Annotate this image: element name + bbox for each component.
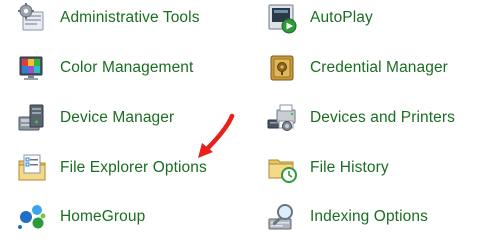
devices-and-printers-icon bbox=[267, 104, 296, 131]
item-label: Devices and Printers bbox=[310, 109, 456, 126]
item-label: File History bbox=[310, 159, 389, 176]
control-panel-item-homegroup[interactable]: HomeGroup bbox=[16, 199, 145, 235]
control-panel-item-credential-manager[interactable]: Credential Manager bbox=[266, 50, 448, 86]
item-label: AutoPlay bbox=[310, 9, 373, 26]
color-management-icon bbox=[19, 56, 43, 80]
item-label: Color Management bbox=[60, 59, 194, 76]
credential-manager-icon bbox=[270, 55, 294, 81]
item-label: File Explorer Options bbox=[60, 159, 207, 176]
file-history-icon bbox=[268, 159, 297, 183]
control-panel-item-device-manager[interactable]: Device Manager bbox=[16, 100, 174, 136]
device-manager-icon bbox=[18, 104, 44, 131]
control-panel-item-color-management[interactable]: Color Management bbox=[16, 50, 193, 86]
control-panel-item-file-history[interactable]: File History bbox=[266, 150, 389, 186]
control-panel-item-administrative-tools[interactable]: Administrative Tools bbox=[16, 0, 200, 36]
item-label: Device Manager bbox=[60, 109, 175, 126]
control-panel-item-devices-and-printers[interactable]: Devices and Printers bbox=[266, 100, 455, 136]
autoplay-icon bbox=[268, 4, 297, 34]
item-label: Indexing Options bbox=[310, 208, 428, 225]
item-label: Credential Manager bbox=[310, 59, 448, 76]
file-explorer-options-icon bbox=[18, 154, 46, 181]
indexing-options-icon bbox=[268, 204, 293, 230]
homegroup-icon bbox=[18, 205, 46, 229]
item-label: HomeGroup bbox=[60, 208, 146, 225]
control-panel-items: Administrative Tools AutoPlay Color Mana… bbox=[0, 0, 502, 242]
control-panel-item-indexing-options[interactable]: Indexing Options bbox=[266, 199, 428, 235]
control-panel-item-autoplay[interactable]: AutoPlay bbox=[266, 0, 373, 36]
item-label: Administrative Tools bbox=[60, 9, 200, 26]
control-panel-item-file-explorer-options[interactable]: File Explorer Options bbox=[16, 150, 207, 186]
administrative-tools-icon bbox=[18, 3, 44, 31]
